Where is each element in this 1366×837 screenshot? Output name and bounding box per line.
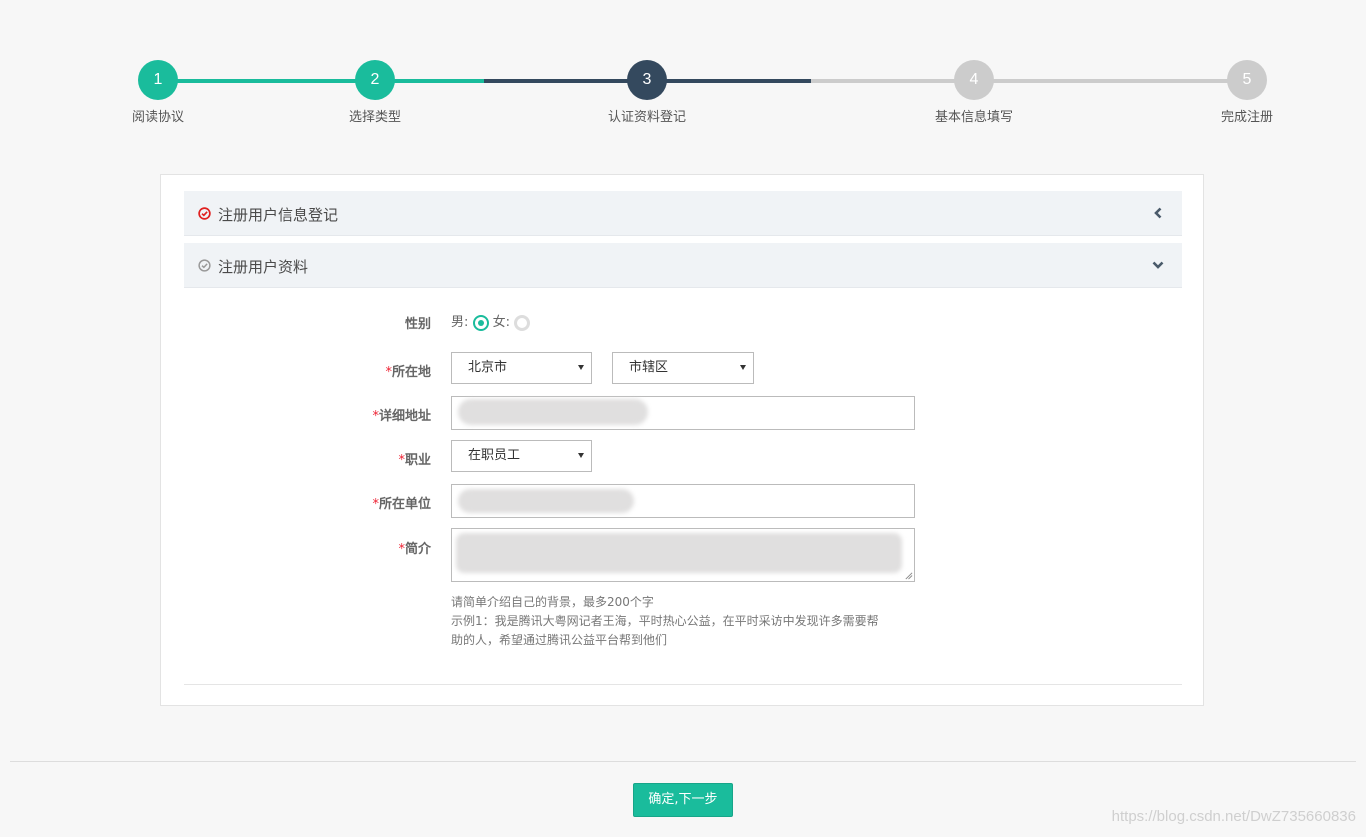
panel-registration-info-header[interactable]: 注册用户信息登记 [184,191,1182,236]
employer-label-text: 所在单位 [378,497,431,512]
step-3: 3 认证资料登记 [587,60,707,125]
redacted-text [458,399,648,425]
female-radio[interactable] [514,314,531,331]
intro-label: *简介 [161,538,431,557]
step-5: 5 完成注册 [1187,60,1307,125]
step-1-label: 阅读协议 [131,110,184,125]
step-1-circle: 1 [138,60,178,100]
location-label-text: 所在地 [391,365,431,380]
watermark-text: https://blog.csdn.net/DwZ735660836 [1111,808,1356,825]
form-card: 注册用户信息登记 注册用户资料 性别 男: 女: *所在地 北京市 市辖区 *详… [160,174,1204,706]
intro-textarea[interactable] [451,528,915,582]
intro-hint-line-1: 请简单介绍自己的背景，最多200个字 [451,595,654,609]
panel-profile-header[interactable]: 注册用户资料 [184,243,1182,288]
check-circle-icon [198,259,211,272]
male-label: 男: [451,315,469,330]
card-bottom-divider [184,684,1182,685]
occupation-label: *职业 [161,449,431,468]
occupation-value: 在职员工 [468,448,521,463]
occupation-select[interactable]: 在职员工 [451,440,592,472]
panel-registration-info-title: 注册用户信息登记 [218,206,339,224]
address-label-text: 详细地址 [378,409,431,424]
step-3-label: 认证资料登记 [607,110,686,125]
intro-hint-line-2: 示例1：我是腾讯大粤网记者王海，平时热心公益，在平时采访中发现许多需要帮 [451,614,879,628]
step-5-circle: 5 [1227,60,1267,100]
chevron-left-icon[interactable] [1152,207,1164,219]
step-5-label: 完成注册 [1220,110,1273,125]
next-step-button[interactable]: 确定,下一步 [633,783,733,817]
district-select[interactable]: 市辖区 [612,352,754,384]
step-1: 1 阅读协议 [98,60,218,125]
check-circle-icon [198,207,211,220]
dropdown-arrow-icon [740,365,746,370]
footer-divider [10,761,1356,762]
gender-label-text: 性别 [404,317,431,332]
intro-hint: 请简单介绍自己的背景，最多200个字 示例1：我是腾讯大粤网记者王海，平时热心公… [451,593,921,650]
gender-label: 性别 [161,313,431,332]
step-4: 4 基本信息填写 [914,60,1034,125]
address-label: *详细地址 [161,405,431,424]
panel-profile-title: 注册用户资料 [218,258,309,276]
province-select[interactable]: 北京市 [451,352,592,384]
redacted-text [458,489,634,513]
step-4-circle: 4 [954,60,994,100]
step-2-circle: 2 [355,60,395,100]
female-label: 女: [492,315,511,330]
chevron-down-icon[interactable] [1152,259,1164,271]
redacted-text [456,533,902,573]
district-value: 市辖区 [629,360,669,375]
intro-hint-line-3: 助的人，希望通过腾讯公益平台帮到他们 [451,633,668,647]
intro-label-text: 简介 [404,542,431,557]
gender-options: 男: 女: [451,311,531,331]
step-2-label: 选择类型 [348,110,401,125]
employer-label: *所在单位 [161,493,431,512]
dropdown-arrow-icon [578,453,584,458]
step-4-label: 基本信息填写 [934,110,1013,125]
step-3-circle: 3 [627,60,667,100]
location-label: *所在地 [161,361,431,380]
male-radio[interactable] [472,314,489,331]
address-input[interactable] [451,396,915,430]
occupation-label-text: 职业 [404,453,431,468]
progress-stepper: 1 阅读协议 2 选择类型 3 认证资料登记 4 基本信息填写 5 完成注册 [0,0,1366,140]
step-2: 2 选择类型 [315,60,435,125]
resize-handle-icon[interactable] [904,571,913,580]
province-value: 北京市 [468,360,508,375]
employer-input[interactable] [451,484,915,518]
dropdown-arrow-icon [578,365,584,370]
